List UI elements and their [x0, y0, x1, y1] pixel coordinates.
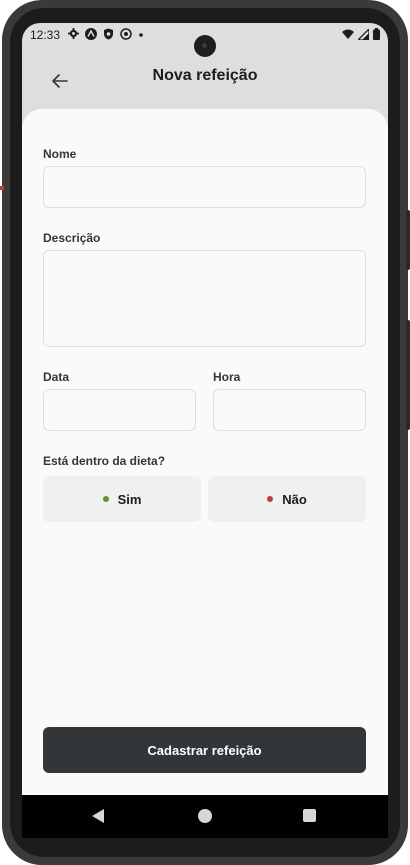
nav-recents-icon[interactable] [303, 809, 316, 822]
screen: 12:33 Nova refeição Nome Descrição Data … [22, 23, 388, 838]
diet-no-label: Não [282, 491, 307, 507]
frame-mark [0, 186, 4, 190]
status-right [342, 26, 380, 43]
description-label: Descrição [43, 231, 101, 245]
diet-question-label: Está dentro da dieta? [43, 454, 166, 468]
gear-icon [68, 28, 80, 42]
name-label: Nome [43, 147, 77, 161]
front-camera [194, 35, 216, 57]
status-time: 12:33 [30, 28, 61, 42]
diet-yes-button[interactable]: Sim [43, 476, 201, 522]
sync-icon [120, 27, 132, 43]
name-input[interactable] [43, 166, 366, 208]
nav-back-icon[interactable] [92, 809, 104, 823]
volume-button [406, 210, 410, 270]
time-label: Hora [213, 370, 241, 384]
page-title: Nova refeição [152, 67, 258, 84]
form-container: Nome Descrição Data Hora Está dentro da … [22, 109, 388, 795]
submit-button[interactable]: Cadastrar refeição [43, 727, 366, 773]
status-icons [68, 27, 144, 43]
red-dot-icon [267, 496, 274, 502]
nav-home-icon[interactable] [198, 809, 212, 823]
navigation-bar [22, 795, 388, 838]
description-input[interactable] [43, 250, 366, 347]
shield-icon [103, 28, 114, 43]
time-input[interactable] [213, 389, 366, 431]
power-button [406, 320, 410, 430]
diet-yes-label: Sim [117, 491, 142, 507]
dot-icon [138, 29, 144, 41]
diet-no-button[interactable]: Não [208, 476, 366, 522]
signal-icon [356, 26, 370, 43]
app-icon [85, 27, 98, 43]
green-dot-icon [102, 496, 109, 502]
wifi-icon [342, 29, 354, 43]
date-input[interactable] [43, 389, 196, 431]
date-label: Data [43, 370, 70, 384]
battery-icon [373, 28, 380, 43]
